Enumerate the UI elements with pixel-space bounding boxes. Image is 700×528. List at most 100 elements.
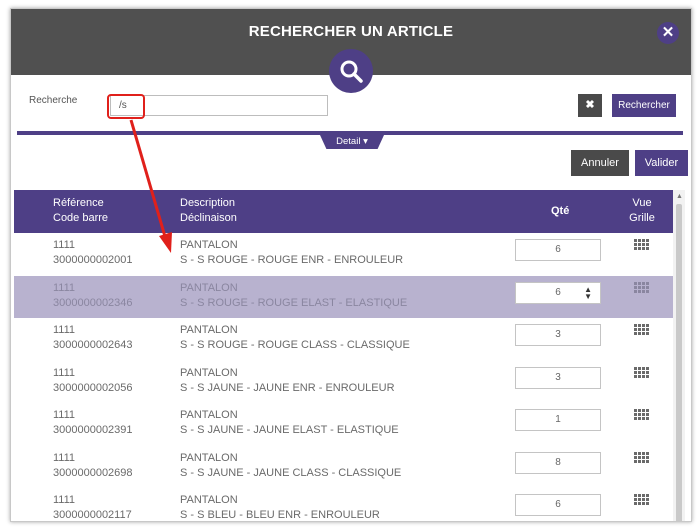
barcode: 3000000002056 xyxy=(53,381,133,394)
cell-reference: 1111 3000000002056 xyxy=(53,366,133,396)
search-article-dialog: RECHERCHER UN ARTICLE ✕ Recherche /s ✖ R… xyxy=(10,8,692,522)
barcode: 3000000002643 xyxy=(53,339,133,351)
header-ref-label: Référence xyxy=(53,197,104,209)
table-row[interactable]: 1111 3000000002117 PANTALON S - S BLEU - BL… xyxy=(14,488,673,521)
close-button[interactable]: ✕ xyxy=(657,22,679,44)
quantity-value: 1 xyxy=(555,414,561,425)
barcode: 3000000002391 xyxy=(53,424,133,436)
variant: S - S JAUNE - JAUNE CLASS - CLASSIQUE xyxy=(180,466,402,479)
table-row[interactable]: 1111 3000000002698 PANTALON S - S JAUNE - J… xyxy=(14,446,673,488)
variant: S - S BLEU - BLEU ENR - ENROULEUR xyxy=(180,509,380,521)
reference-code: 1111 xyxy=(53,324,76,336)
variant: S - S ROUGE - ROUGE CLASS - CLASSIQUE xyxy=(180,339,410,351)
header-quantity: Qté xyxy=(551,205,570,217)
header-grille-label: Grille xyxy=(629,212,655,224)
search-label: Recherche xyxy=(29,95,78,106)
table-header: Référence Code barre Description Déclina… xyxy=(14,190,673,233)
header-description: Description Déclinaison xyxy=(180,196,237,226)
clear-search-button[interactable]: ✖ xyxy=(578,94,602,117)
grid-icon[interactable] xyxy=(634,451,649,463)
header-reference: Référence Code barre xyxy=(53,196,108,226)
quantity-input[interactable]: 6 ▲ ▼ xyxy=(515,281,601,304)
variant: S - S JAUNE - JAUNE ELAST - ELASTIQUE xyxy=(180,424,399,436)
header-barcode-label: Code barre xyxy=(53,212,109,224)
cell-description: PANTALON S - S JAUNE - JAUNE CLASS - CLAS… xyxy=(180,451,401,481)
cell-reference: 1111 3000000002117 xyxy=(53,493,132,521)
table-row[interactable]: 1111 3000000002001 PANTALON S - S ROUGE - R… xyxy=(14,233,673,275)
description: PANTALON xyxy=(180,494,238,506)
description: PANTALON xyxy=(180,324,238,336)
table-row[interactable]: 1111 3000000002346 PANTALON S - S ROUGE - R… xyxy=(14,275,673,318)
quantity-value: 3 xyxy=(555,371,561,383)
reference-code: 1111 xyxy=(53,494,76,506)
header-grid-view: Vue Grille xyxy=(627,196,657,226)
search-badge xyxy=(329,49,373,93)
cell-reference: 1111 3000000002698 xyxy=(53,451,133,481)
validate-button[interactable]: Valider xyxy=(635,150,688,176)
description: PANTALON xyxy=(180,239,238,251)
table-row[interactable]: 1111 3000000002391 PANTALON S - S JAUNE - J… xyxy=(14,403,673,445)
description: PANTALON xyxy=(180,409,238,421)
quantity-value: 8 xyxy=(555,456,561,468)
cell-description: PANTALON S - S JAUNE - JAUNE ENR - ENROUL… xyxy=(180,366,395,396)
cell-description: PANTALON S - S ROUGE - ROUGE CLASS - CLAS… xyxy=(180,323,410,353)
grid-icon[interactable] xyxy=(634,366,649,378)
reference-code: 1111 xyxy=(53,239,76,251)
barcode: 3000000002001 xyxy=(53,254,133,266)
description: PANTALON xyxy=(180,366,238,379)
cancel-button[interactable]: Annuler xyxy=(571,150,629,176)
cell-description: PANTALON S - S ROUGE - ROUGE ENR - ENROUL… xyxy=(180,238,403,268)
search-icon xyxy=(340,60,363,83)
dialog-title: RECHERCHER UN ARTICLE xyxy=(248,23,454,40)
search-button[interactable]: Rechercher xyxy=(612,94,676,117)
quantity-value: 6 xyxy=(555,244,561,255)
reference-code: 1111 xyxy=(53,409,76,421)
quantity-input[interactable]: 6 xyxy=(515,494,601,516)
results-table: Référence Code barre Description Déclina… xyxy=(14,190,673,521)
quantity-input[interactable]: 1 xyxy=(515,409,601,431)
variant: S - S ROUGE - ROUGE ELAST - ELASTIQUE xyxy=(180,296,408,309)
annotation-highlight-box xyxy=(107,94,145,119)
grid-icon[interactable] xyxy=(634,239,649,250)
cell-description: PANTALON S - S BLEU - BLEU ENR - ENROULEU… xyxy=(180,493,380,521)
reference-code: 1111 xyxy=(53,451,76,464)
reference-code: 1111 xyxy=(53,281,76,294)
grid-icon[interactable] xyxy=(634,494,649,505)
grid-icon[interactable] xyxy=(634,409,649,420)
quantity-value: 6 xyxy=(555,499,561,510)
scroll-up-arrow-icon[interactable]: ▲ xyxy=(676,193,683,200)
cell-reference: 1111 3000000002001 xyxy=(53,238,133,268)
header-vue-label: Vue xyxy=(632,197,652,209)
variant: S - S JAUNE - JAUNE ENR - ENROULEUR xyxy=(180,381,395,394)
description: PANTALON xyxy=(180,451,238,464)
description: PANTALON xyxy=(180,281,238,294)
barcode: 3000000002346 xyxy=(53,296,133,309)
quantity-stepper-icon[interactable]: ▲ ▼ xyxy=(584,285,592,300)
barcode: 3000000002117 xyxy=(53,509,132,521)
quantity-input[interactable]: 8 xyxy=(515,451,601,474)
table-row[interactable]: 1111 3000000002643 PANTALON S - S ROUGE - R… xyxy=(14,318,673,360)
quantity-input[interactable]: 3 xyxy=(515,366,601,389)
divider xyxy=(17,131,683,135)
barcode: 3000000002698 xyxy=(53,466,133,479)
quantity-input[interactable]: 3 xyxy=(515,324,601,346)
table-scrollbar[interactable]: ▲ xyxy=(673,190,685,521)
scrollbar-thumb[interactable] xyxy=(676,204,682,521)
header-desc-label: Description xyxy=(180,197,236,209)
grid-icon[interactable] xyxy=(634,281,649,293)
reference-code: 1111 xyxy=(53,366,76,379)
detail-toggle[interactable]: Detail ▾ xyxy=(320,135,384,149)
table-row[interactable]: 1111 3000000002056 PANTALON S - S JAUNE - J… xyxy=(14,361,673,403)
grid-icon[interactable] xyxy=(634,324,649,335)
cell-description: PANTALON S - S ROUGE - ROUGE ELAST - ELAS… xyxy=(180,281,407,311)
cell-reference: 1111 3000000002391 xyxy=(53,408,133,438)
cell-reference: 1111 3000000002346 xyxy=(53,281,133,311)
header-variant-label: Déclinaison xyxy=(180,212,237,224)
clear-icon: ✖ xyxy=(585,99,595,111)
quantity-value: 6 xyxy=(555,286,561,298)
cell-description: PANTALON S - S JAUNE - JAUNE ELAST - ELAS… xyxy=(180,408,399,438)
close-icon: ✕ xyxy=(661,24,675,41)
quantity-input[interactable]: 6 xyxy=(515,239,601,261)
variant: S - S ROUGE - ROUGE ENR - ENROULEUR xyxy=(180,254,404,266)
cell-reference: 1111 3000000002643 xyxy=(53,323,133,353)
